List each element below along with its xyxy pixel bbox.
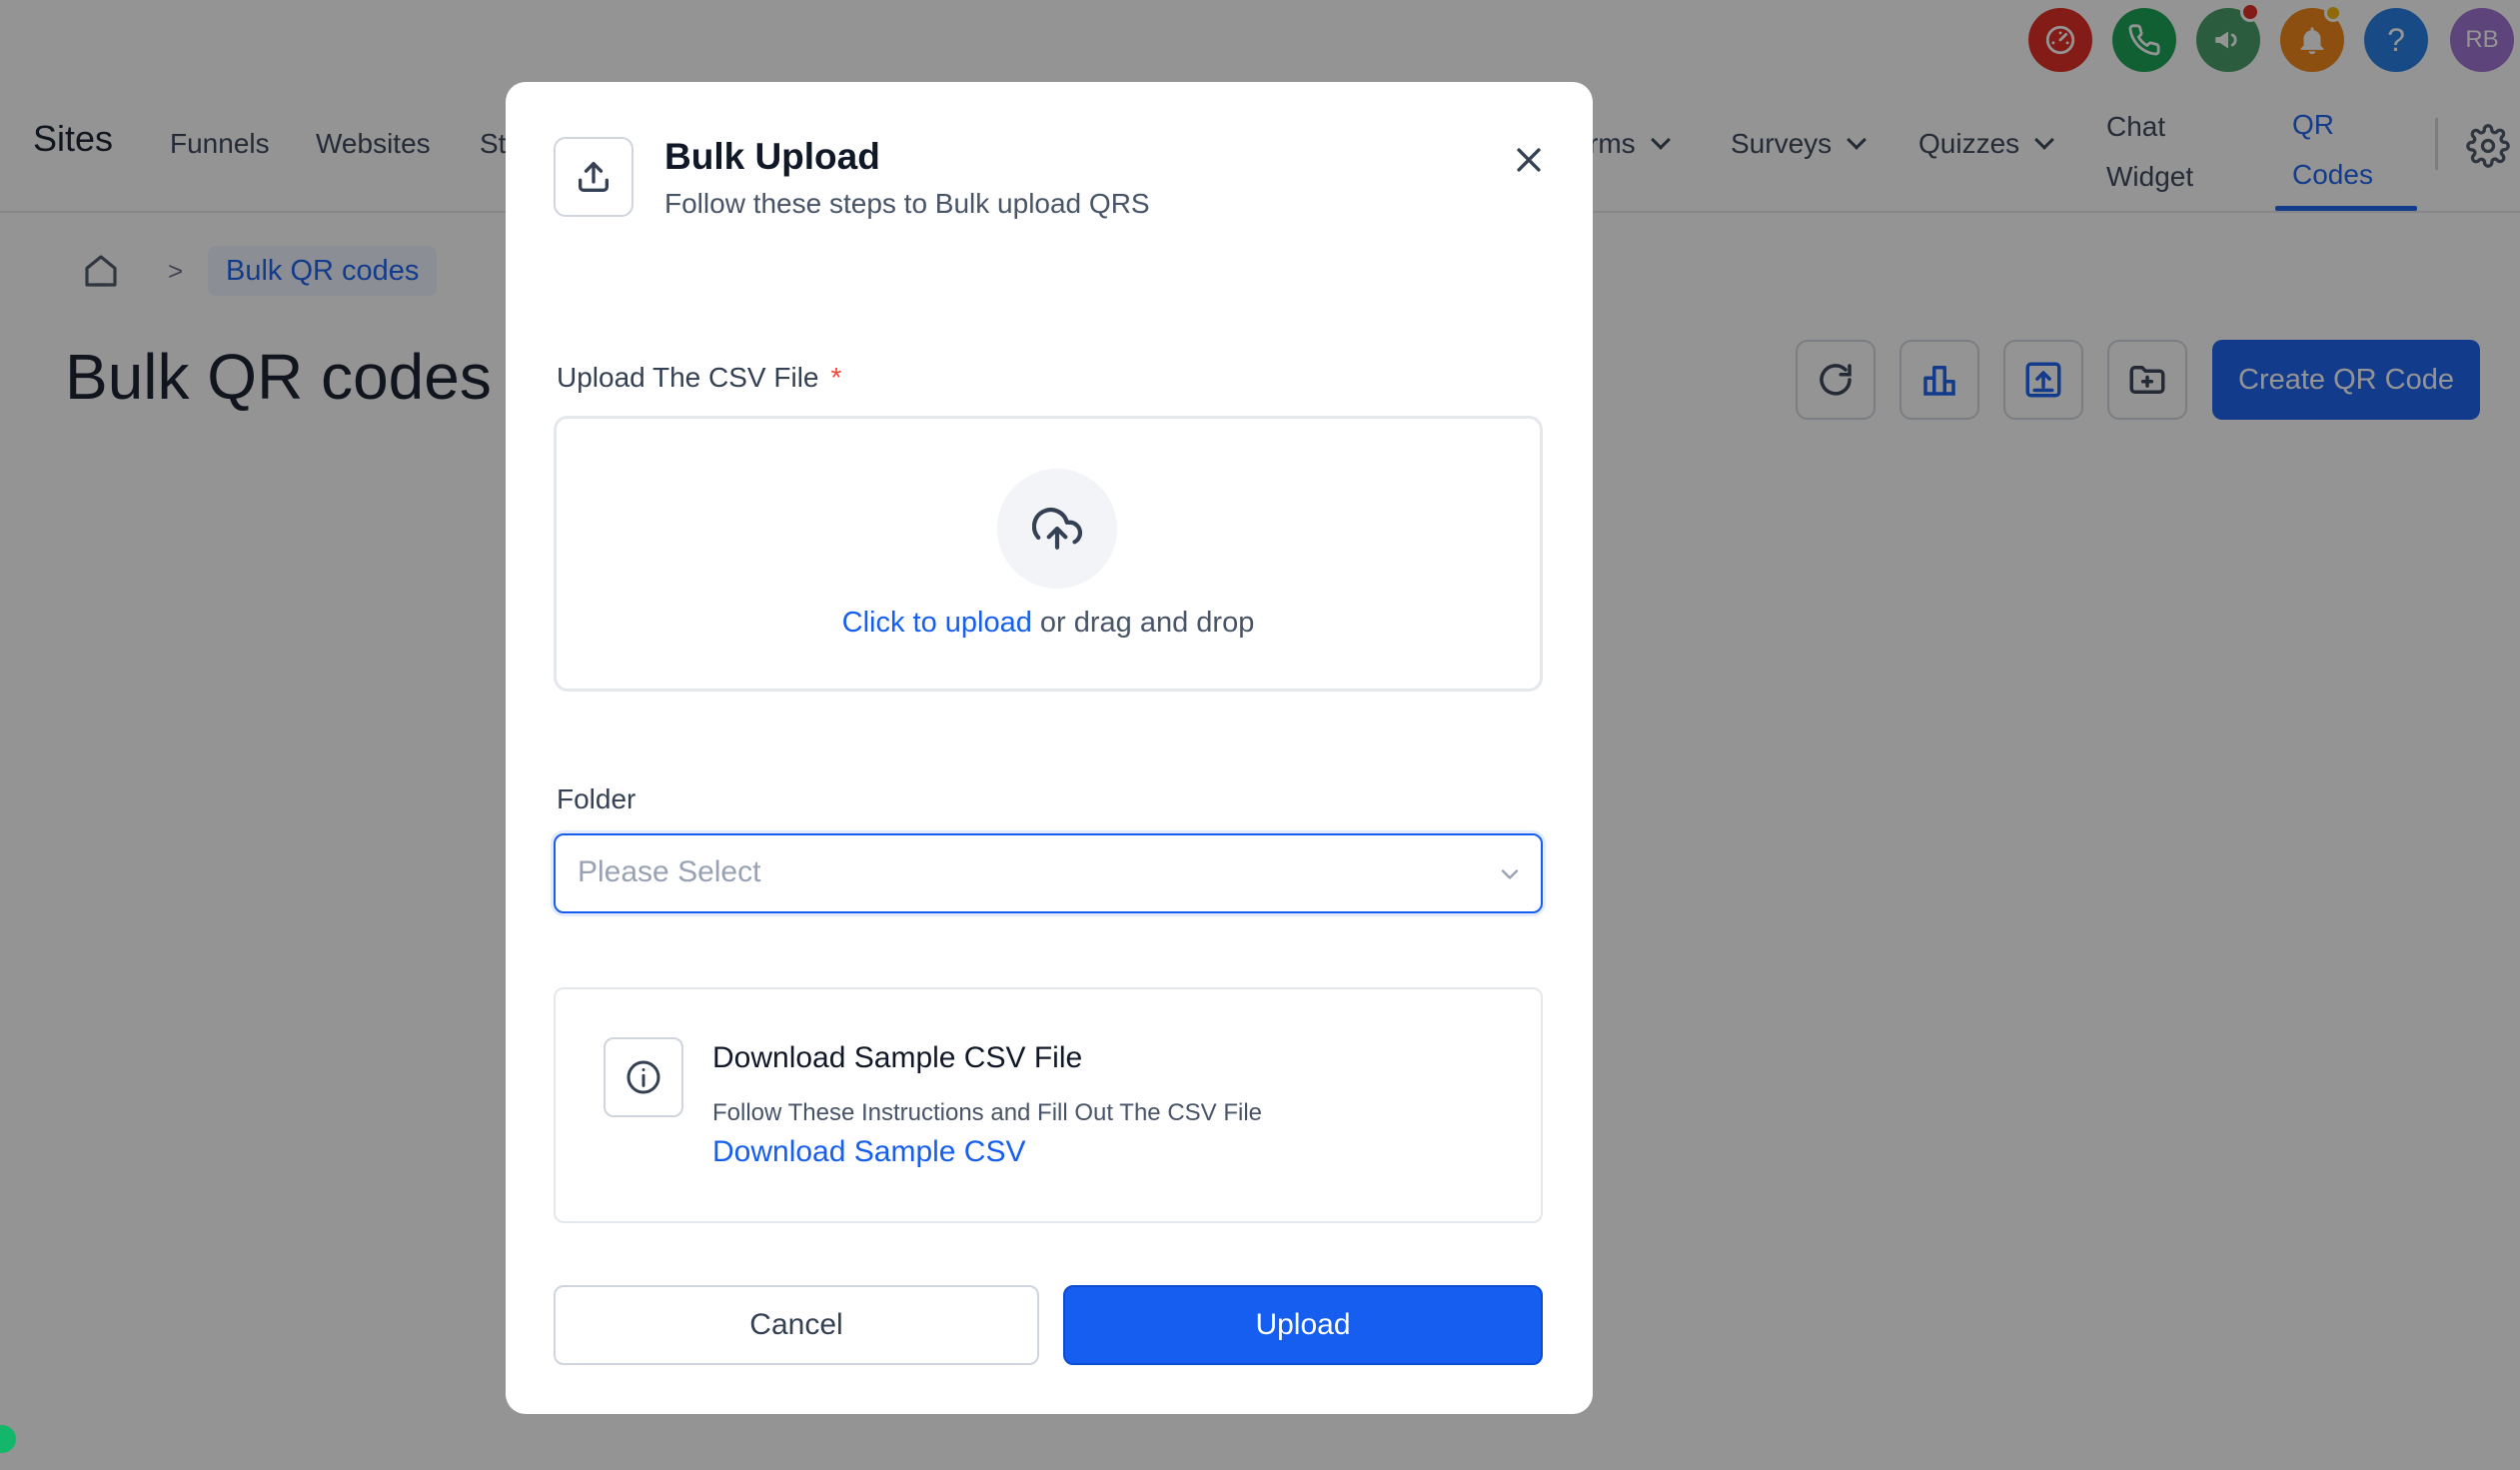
upload-csv-label-text: Upload The CSV File xyxy=(557,362,819,393)
cloud-upload-icon-wrap xyxy=(997,469,1117,589)
modal-subtitle: Follow these steps to Bulk upload QRS xyxy=(664,188,1150,219)
modal-title: Bulk Upload xyxy=(664,136,880,177)
drag-and-drop-text: or drag and drop xyxy=(1031,607,1255,639)
cancel-button[interactable]: Cancel xyxy=(554,1285,1039,1365)
modal-header-icon xyxy=(554,137,633,217)
sample-csv-description: Follow These Instructions and Fill Out T… xyxy=(712,1099,1263,1126)
close-icon xyxy=(1517,148,1541,172)
required-mark: * xyxy=(830,362,842,393)
folder-label: Folder xyxy=(557,783,636,814)
sample-csv-title: Download Sample CSV File xyxy=(712,1041,1083,1074)
info-icon-wrap xyxy=(604,1037,683,1117)
chevron-down-icon xyxy=(1501,869,1519,879)
dropzone-text: Click to upload or drag and drop xyxy=(557,607,1540,640)
folder-select-placeholder: Please Select xyxy=(578,855,761,888)
cloud-upload-icon xyxy=(1032,508,1082,550)
upload-button[interactable]: Upload xyxy=(1063,1285,1543,1365)
close-button[interactable] xyxy=(1501,132,1557,188)
upload-icon xyxy=(579,162,609,192)
click-to-upload-link[interactable]: Click to upload xyxy=(842,607,1032,639)
csv-dropzone[interactable]: Click to upload or drag and drop xyxy=(554,416,1543,692)
info-icon xyxy=(627,1060,660,1094)
folder-select[interactable]: Please Select xyxy=(554,833,1543,913)
sample-csv-card: Download Sample CSV File Follow These In… xyxy=(554,987,1543,1223)
download-sample-csv-link[interactable]: Download Sample CSV xyxy=(712,1135,1026,1169)
bulk-upload-modal: Bulk Upload Follow these steps to Bulk u… xyxy=(506,82,1593,1414)
upload-csv-label: Upload The CSV File * xyxy=(557,362,841,394)
